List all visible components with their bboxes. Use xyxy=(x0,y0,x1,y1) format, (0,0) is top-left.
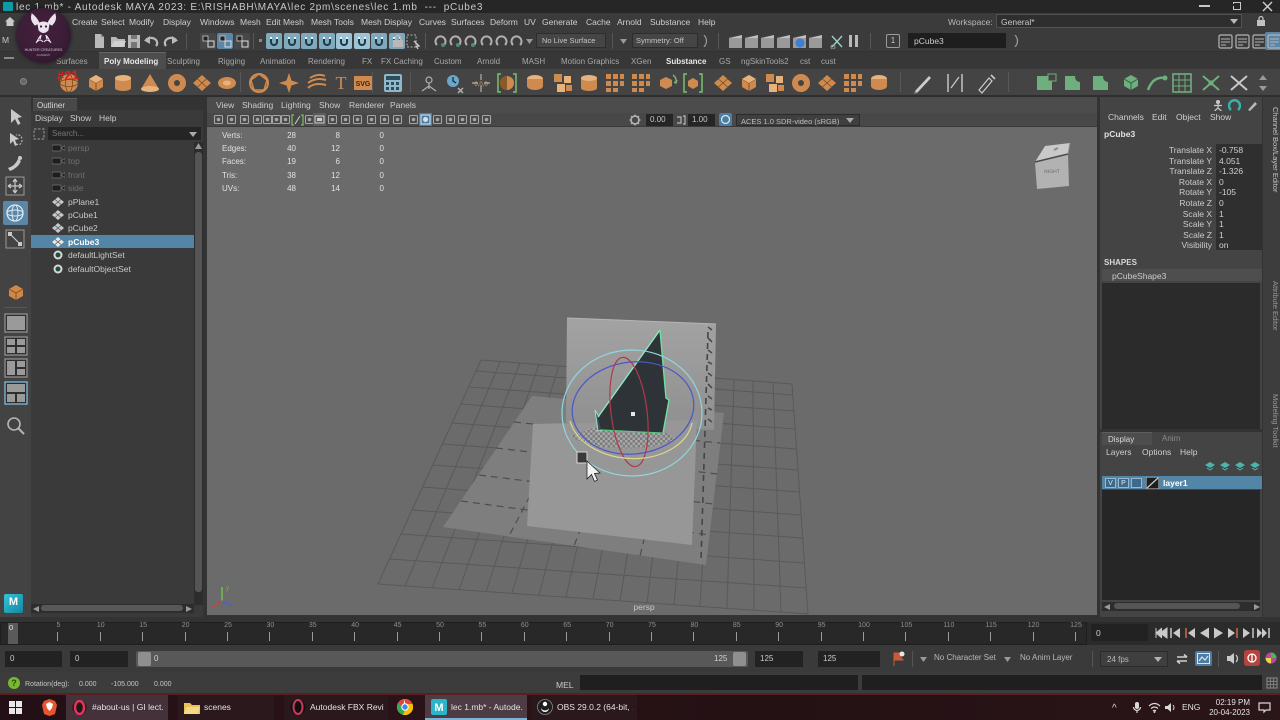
svg-text:persp: persp xyxy=(633,602,655,612)
svg-text:RIGHT: RIGHT xyxy=(1044,169,1060,176)
svg-text:0,0,0: 0,0,0 xyxy=(474,82,488,88)
svg-text:T: T xyxy=(336,73,347,93)
svg-text:M: M xyxy=(434,702,443,714)
svg-text:HUNTER CREATURES: HUNTER CREATURES xyxy=(25,48,63,52)
svg-text:SVG: SVG xyxy=(356,81,371,88)
svg-text:ACADEMY: ACADEMY xyxy=(37,53,51,57)
svg-text:y: y xyxy=(226,586,229,592)
